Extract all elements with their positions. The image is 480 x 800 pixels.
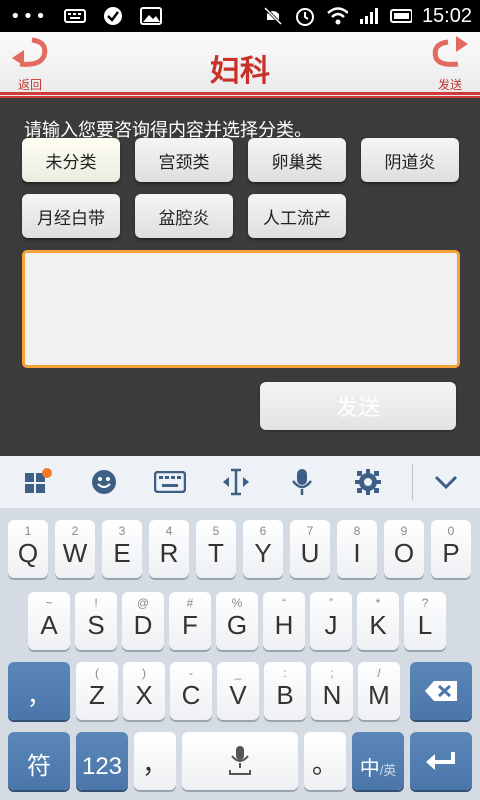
key-w[interactable]: 2W (55, 520, 95, 578)
clock-time: 15:02 (421, 4, 472, 27)
soft-keyboard: 1Q 2W 3E 4R 5T 6Y 7U 8I 9O 0P ~ A ! S @ D #… (0, 508, 480, 800)
key-k[interactable]: * K (357, 592, 399, 650)
key-d[interactable]: @ D (122, 592, 164, 650)
keyboard-toolbar (0, 456, 480, 509)
toolbar-divider (412, 464, 413, 500)
space-voice-key[interactable] (182, 732, 298, 790)
category-ovary[interactable]: 卵巢类 (248, 138, 346, 182)
apps-icon[interactable] (18, 466, 58, 498)
key-y[interactable]: 6Y (243, 520, 283, 578)
page-title: 妇科 (210, 54, 270, 89)
key-z[interactable]: (Z (76, 662, 118, 720)
wifi-icon (326, 7, 348, 25)
enter-arrow-icon (425, 750, 457, 777)
battery-icon (389, 7, 412, 25)
key-c[interactable]: -C (170, 662, 212, 720)
category-vaginitis[interactable]: 阴道炎 (361, 138, 459, 182)
key-g[interactable]: % G (216, 592, 258, 650)
symbols-key[interactable]: 符 (8, 732, 70, 790)
lang-key-label: 中 (359, 758, 380, 780)
key-m[interactable]: / M (358, 662, 400, 720)
header-divider (0, 92, 480, 95)
key-apostrophe[interactable]: ， (8, 662, 70, 720)
enter-key[interactable] (410, 732, 472, 790)
key-e[interactable]: 3E (102, 520, 142, 578)
send-button[interactable]: 发送 (260, 382, 456, 430)
key-f[interactable]: # F (169, 592, 211, 650)
category-unclassified[interactable]: 未分类 (22, 138, 120, 182)
key-h[interactable]: “H (263, 592, 305, 650)
lang-key-sub: /英 (379, 763, 397, 778)
key-o[interactable]: 9O (384, 520, 424, 578)
more-notifications-icon: ••• (10, 5, 48, 27)
language-switch-key[interactable]: 中/英 (352, 732, 404, 790)
key-l[interactable]: ? L (404, 592, 446, 650)
category-abortion[interactable]: 人工流产 (248, 194, 346, 238)
share-arrow-icon (428, 36, 472, 74)
backspace-icon (424, 680, 458, 707)
period-key[interactable]: 。 (304, 732, 346, 790)
header-send-label: 发送 (437, 78, 462, 92)
key-v[interactable]: _ V (217, 662, 259, 720)
consultation-form: 请输入您要咨询得内容并选择分类。 未分类 宫颈类 卵巢类 阴道炎 月经白带 盆腔… (0, 98, 480, 456)
key-a[interactable]: ~ A (28, 592, 70, 650)
image-notification-icon (139, 7, 162, 25)
key-i[interactable]: 8I (337, 520, 377, 578)
key-s[interactable]: ! S (75, 592, 117, 650)
header-send-button[interactable]: 发送 (420, 36, 480, 92)
question-input[interactable] (22, 250, 460, 368)
space-microphone-icon (228, 744, 252, 783)
alarm-icon (294, 7, 316, 26)
microphone-icon[interactable] (282, 466, 322, 498)
keyboard-switch-icon[interactable] (150, 466, 190, 498)
status-bar: ••• 15:02 (0, 0, 480, 32)
key-n[interactable]: ; N (311, 662, 353, 720)
app-header: 返回 妇科 发送 (0, 32, 480, 98)
key-t[interactable]: 5T (196, 520, 236, 578)
keyboard-notification-icon (63, 7, 86, 25)
key-r[interactable]: 4R (149, 520, 189, 578)
signal-icon (358, 7, 380, 25)
cursor-move-icon[interactable] (216, 466, 256, 498)
category-pelvic-inflammation[interactable]: 盆腔炎 (135, 194, 233, 238)
category-menstruation[interactable]: 月经白带 (22, 194, 120, 238)
key-j[interactable]: ” J (310, 592, 352, 650)
key-b[interactable]: :B (264, 662, 306, 720)
key-p[interactable]: 0P (431, 520, 471, 578)
check-icon (102, 7, 124, 25)
mute-icon (262, 6, 284, 26)
key-q[interactable]: 1Q (8, 520, 48, 578)
category-cervix[interactable]: 宫颈类 (135, 138, 233, 182)
settings-gear-icon[interactable] (348, 466, 388, 498)
emoji-icon[interactable] (84, 466, 124, 498)
backspace-key[interactable] (410, 662, 472, 720)
hide-keyboard-chevron-icon[interactable] (426, 466, 466, 498)
key-u[interactable]: 7U (290, 520, 330, 578)
key-x[interactable]: ) X (123, 662, 165, 720)
numbers-key[interactable]: 123 (76, 732, 128, 790)
comma-key[interactable]: ， (134, 732, 176, 790)
